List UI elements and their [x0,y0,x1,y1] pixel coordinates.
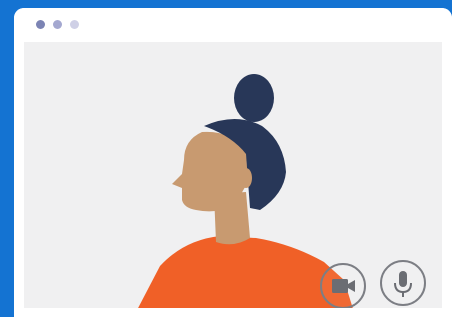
video-feed [24,42,442,308]
hair-bun [234,74,274,122]
microphone-icon [394,271,412,297]
window-dot-icon[interactable] [53,20,62,29]
ear [240,168,252,188]
video-camera-icon [332,279,355,293]
participant-illustration [138,74,353,308]
window-dot-icon[interactable] [70,20,79,29]
video-call-window [14,8,452,317]
window-dot-icon[interactable] [36,20,45,29]
microphone-button[interactable] [380,260,426,306]
window-titlebar [14,8,452,42]
camera-button[interactable] [320,263,366,308]
